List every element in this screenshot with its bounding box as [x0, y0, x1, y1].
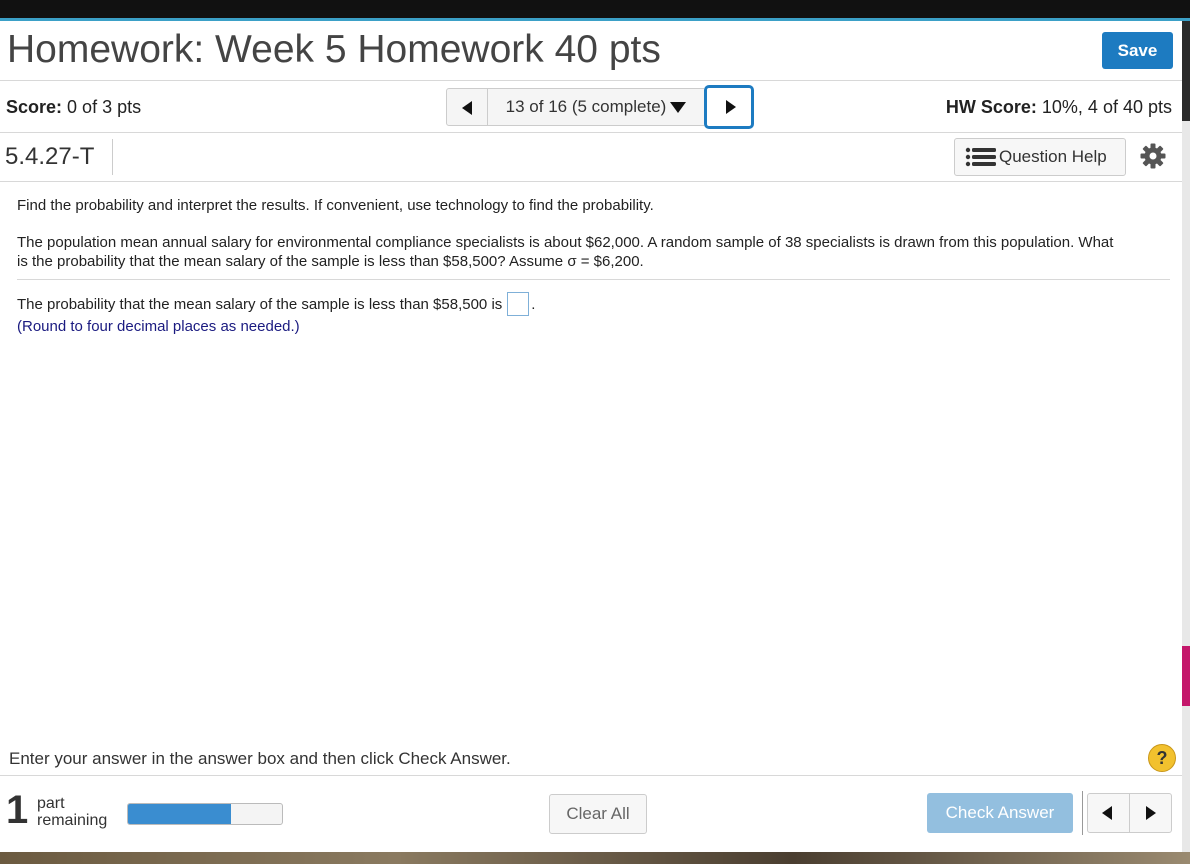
- check-answer-button[interactable]: Check Answer: [927, 793, 1073, 833]
- homework-window: Homework: Week 5 Homework 40 pts Save Sc…: [0, 21, 1182, 852]
- instructions-bar: Enter your answer in the answer box and …: [0, 738, 1182, 776]
- browser-top-bar: [0, 0, 1190, 18]
- footer-previous-button[interactable]: [1088, 794, 1130, 832]
- question-body: The population mean annual salary for en…: [17, 234, 1114, 270]
- clear-all-button[interactable]: Clear All: [549, 794, 647, 834]
- progress-fill: [128, 804, 232, 824]
- answer-suffix: .: [531, 295, 536, 313]
- answer-instructions: Enter your answer in the answer box and …: [9, 749, 511, 768]
- divider: [112, 139, 113, 175]
- previous-question-button[interactable]: [446, 88, 488, 126]
- question-bar: 5.4.27-T Question Help: [0, 133, 1182, 182]
- hw-score: HW Score: 10%, 4 of 40 pts: [946, 97, 1172, 118]
- question-score: Score: 0 of 3 pts: [6, 97, 141, 118]
- parts-label-line-1: part: [37, 795, 65, 812]
- triangle-left-icon: [1102, 806, 1112, 820]
- question-instruction: Find the probability and interpret the r…: [17, 197, 654, 214]
- divider: [1082, 791, 1083, 835]
- gear-icon[interactable]: [1140, 143, 1166, 169]
- hw-score-label: HW Score:: [945, 97, 1037, 117]
- page-title: Homework: Week 5 Homework 40 pts: [7, 28, 661, 71]
- answer-line: The probability that the mean salary of …: [17, 292, 535, 316]
- save-button[interactable]: Save: [1102, 32, 1173, 69]
- desktop-background: [0, 852, 1190, 864]
- question-navigator: 13 of 16 (5 complete): [446, 85, 754, 129]
- header: Homework: Week 5 Homework 40 pts Save: [0, 21, 1182, 81]
- rounding-note: (Round to four decimal places as needed.…: [17, 318, 300, 335]
- answer-input[interactable]: [507, 292, 530, 316]
- parts-remaining-count: 1: [6, 788, 29, 832]
- question-help-button[interactable]: Question Help: [954, 138, 1126, 176]
- question-select[interactable]: 13 of 16 (5 complete): [488, 88, 704, 126]
- list-icon: [965, 147, 996, 167]
- triangle-right-icon: [1145, 806, 1156, 820]
- triangle-left-icon: [462, 101, 472, 115]
- score-label: Score:: [6, 97, 63, 117]
- parts-label-line-2: remaining: [37, 812, 108, 829]
- footer-navigator: [1087, 793, 1172, 833]
- score-value: 0 of 3 pts: [67, 97, 142, 117]
- question-help-label: Question Help: [999, 147, 1107, 166]
- score-bar: Score: 0 of 3 pts 13 of 16 (5 complete) …: [0, 81, 1182, 133]
- background-window-edge: [1182, 21, 1190, 864]
- answer-prompt: The probability that the mean salary of …: [17, 295, 503, 313]
- parts-remaining-label: part remaining: [37, 795, 107, 829]
- question-position: 13 of 16 (5 complete): [505, 97, 667, 116]
- caret-down-icon: [670, 101, 687, 113]
- footer-next-button[interactable]: [1130, 794, 1172, 832]
- triangle-right-icon: [726, 100, 736, 114]
- help-question-icon[interactable]: ?: [1148, 744, 1176, 772]
- question-id: 5.4.27-T: [5, 143, 95, 170]
- hw-score-value: 10%, 4 of 40 pts: [1041, 97, 1172, 117]
- divider: [17, 279, 1170, 280]
- progress-bar: [127, 803, 283, 825]
- next-question-button[interactable]: [704, 85, 754, 129]
- footer: 1 part remaining Clear All Check Answer: [0, 777, 1182, 852]
